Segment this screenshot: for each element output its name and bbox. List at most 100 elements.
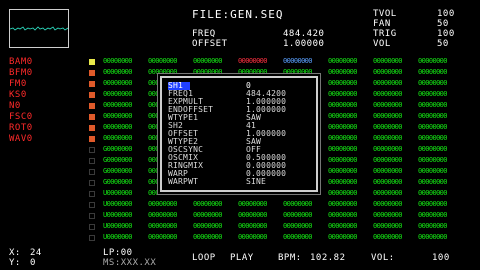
pattern-cell[interactable]: 00000000 [373, 91, 403, 98]
pattern-cell[interactable]: 00000000 [103, 102, 133, 109]
track-label-fm0[interactable]: FM0 [9, 80, 27, 89]
pattern-cell[interactable]: 00000000 [238, 212, 268, 219]
pattern-cell[interactable]: 00000000 [328, 168, 358, 175]
pattern-cell[interactable]: 00000000 [418, 80, 448, 87]
pattern-cell[interactable]: 00000000 [373, 80, 403, 87]
pattern-cell[interactable]: 00000000 [193, 69, 223, 76]
param-name[interactable]: WARPWT [168, 178, 198, 186]
pattern-cell[interactable]: U0000000 [103, 234, 133, 241]
pattern-cell[interactable]: 00000000 [103, 69, 133, 76]
master-vol-value[interactable]: 100 [432, 254, 450, 263]
pattern-cell[interactable]: 00000000 [103, 58, 133, 65]
pattern-cell[interactable]: 00000000 [328, 146, 358, 153]
pattern-cell[interactable]: U0000000 [103, 212, 133, 219]
pattern-cell[interactable]: 00000000 [328, 102, 358, 109]
loop-toggle[interactable]: LOOP [192, 254, 216, 263]
pattern-cell[interactable]: 00000000 [418, 135, 448, 142]
pattern-cell[interactable]: 00000000 [418, 190, 448, 197]
pattern-cell[interactable]: 00000000 [373, 201, 403, 208]
pattern-cell[interactable]: U0000000 [103, 190, 133, 197]
pattern-cell[interactable]: G0000000 [103, 157, 133, 164]
pattern-cell[interactable]: 00000000 [418, 201, 448, 208]
pattern-cell[interactable]: 00000000 [328, 234, 358, 241]
pattern-cell[interactable]: 00000000 [418, 69, 448, 76]
pattern-cell[interactable]: 00000000 [193, 201, 223, 208]
pattern-cell[interactable]: 00000000 [328, 58, 358, 65]
pattern-cell[interactable]: 00000000 [418, 179, 448, 186]
pattern-cell[interactable]: 00000000 [238, 234, 268, 241]
pattern-cell[interactable]: 00000000 [373, 58, 403, 65]
pattern-cell[interactable]: 00000000 [148, 201, 178, 208]
pattern-cell[interactable]: 00000000 [283, 58, 313, 65]
track-indicator[interactable] [89, 114, 95, 120]
pattern-cell[interactable]: 00000000 [328, 124, 358, 131]
pattern-cell[interactable]: 00000000 [238, 223, 268, 230]
pattern-cell[interactable]: 00000000 [238, 201, 268, 208]
pattern-cell[interactable]: 00000000 [148, 223, 178, 230]
pattern-cell[interactable]: 00000000 [103, 80, 133, 87]
track-indicator[interactable] [89, 103, 95, 109]
track-label-rot0[interactable]: ROT0 [9, 124, 33, 133]
pattern-cell[interactable]: 00000000 [373, 102, 403, 109]
track-indicator[interactable] [89, 81, 95, 87]
pattern-cell[interactable]: 00000000 [148, 212, 178, 219]
pattern-cell[interactable]: 00000000 [328, 80, 358, 87]
pattern-cell[interactable]: 00000000 [193, 212, 223, 219]
pattern-cell[interactable]: 00000000 [418, 113, 448, 120]
pattern-cell[interactable]: 00000000 [328, 91, 358, 98]
pattern-cell[interactable]: 00000000 [373, 168, 403, 175]
pattern-cell[interactable]: 00000000 [373, 223, 403, 230]
pattern-cell[interactable]: 00000000 [373, 69, 403, 76]
track-indicator[interactable] [89, 136, 95, 142]
pattern-cell[interactable]: 00000000 [373, 146, 403, 153]
param-value[interactable]: SINE [246, 178, 266, 186]
pattern-cell[interactable]: 00000000 [328, 179, 358, 186]
pattern-cell[interactable]: 00000000 [418, 223, 448, 230]
pattern-cell[interactable]: 00000000 [373, 179, 403, 186]
track-indicator[interactable] [89, 92, 95, 98]
pattern-cell[interactable]: 00000000 [148, 58, 178, 65]
track-label-bam0[interactable]: BAM0 [9, 58, 33, 67]
pattern-cell[interactable]: G0000000 [103, 168, 133, 175]
pattern-cell[interactable]: 00000000 [193, 234, 223, 241]
pattern-cell[interactable]: 00000000 [328, 212, 358, 219]
pattern-cell[interactable]: 00000000 [283, 223, 313, 230]
pattern-cell[interactable]: G0000000 [103, 146, 133, 153]
pattern-cell[interactable]: 00000000 [373, 190, 403, 197]
pattern-cell[interactable]: 00000000 [283, 212, 313, 219]
track-label-bfm0[interactable]: BFM0 [9, 69, 33, 78]
pattern-cell[interactable]: 00000000 [148, 69, 178, 76]
pattern-cell[interactable]: 00000000 [328, 157, 358, 164]
pattern-cell[interactable]: U0000000 [103, 201, 133, 208]
track-label-n0[interactable]: N0 [9, 102, 21, 111]
pattern-cell[interactable]: 00000000 [328, 223, 358, 230]
pattern-cell[interactable]: 00000000 [328, 135, 358, 142]
pattern-cell[interactable]: 00000000 [238, 58, 268, 65]
pattern-cell[interactable]: 00000000 [418, 91, 448, 98]
pattern-cell[interactable]: 00000000 [328, 69, 358, 76]
pattern-cell[interactable]: 00000000 [418, 212, 448, 219]
bpm-value[interactable]: 102.82 [310, 254, 346, 263]
pattern-cell[interactable]: 00000000 [238, 69, 268, 76]
pattern-cell[interactable]: 00000000 [373, 124, 403, 131]
pattern-cell[interactable]: 00000000 [283, 234, 313, 241]
pattern-cell[interactable]: U0000000 [103, 223, 133, 230]
track-label-wav0[interactable]: WAV0 [9, 135, 33, 144]
pattern-cell[interactable]: 00000000 [373, 234, 403, 241]
pattern-cell[interactable]: 00000000 [373, 212, 403, 219]
pattern-cell[interactable]: 00000000 [373, 135, 403, 142]
pattern-cell[interactable]: 00000000 [418, 58, 448, 65]
pattern-cell[interactable]: 00000000 [418, 168, 448, 175]
pattern-cell[interactable]: 00000000 [103, 124, 133, 131]
pattern-cell[interactable]: 00000000 [103, 113, 133, 120]
pattern-cell[interactable]: 00000000 [418, 234, 448, 241]
track-label-fsc0[interactable]: FSC0 [9, 113, 33, 122]
pattern-cell[interactable]: 00000000 [103, 135, 133, 142]
pattern-cell[interactable]: 00000000 [328, 201, 358, 208]
play-toggle[interactable]: PLAY [230, 254, 254, 263]
pattern-cell[interactable]: 00000000 [418, 157, 448, 164]
pattern-cell[interactable]: 00000000 [193, 223, 223, 230]
track-indicator[interactable] [89, 59, 95, 65]
pattern-cell[interactable]: 00000000 [418, 146, 448, 153]
pattern-cell[interactable]: 00000000 [328, 190, 358, 197]
